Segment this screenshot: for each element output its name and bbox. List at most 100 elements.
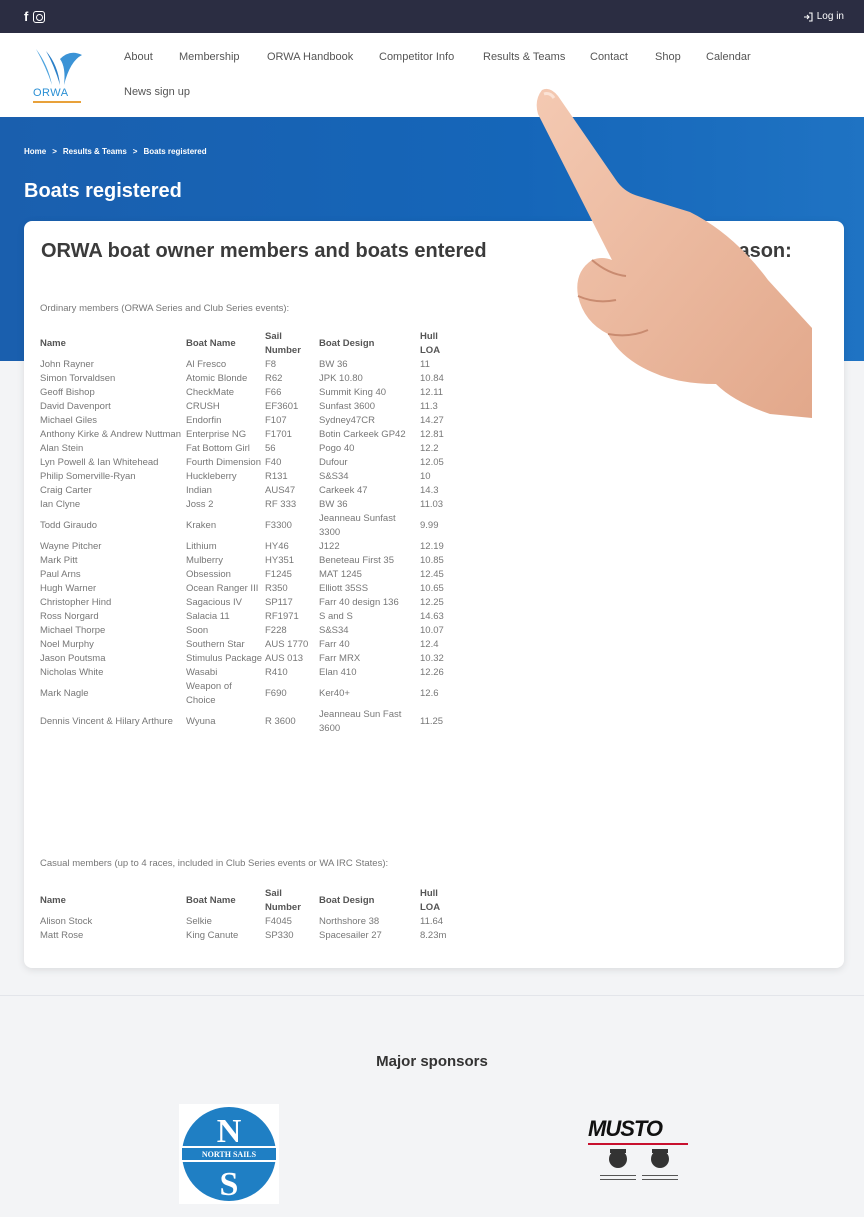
cell-hull-loa: 10.32 xyxy=(420,653,444,664)
cell-boat-name: Enterprise NG xyxy=(186,429,247,440)
cell-sail-number: EF3601 xyxy=(265,401,299,412)
table-row: Noel Murphy Southern Star AUS 1770 Farr 40 1… xyxy=(40,638,460,652)
card-title-main: ORWA boat owner members and boats entere… xyxy=(41,240,487,262)
header-hull-loa: Hull LOA xyxy=(420,331,441,356)
cell-boat-design: Sydney47CR xyxy=(319,415,375,426)
cell-boat-design: Elliott 35SS xyxy=(319,583,369,594)
cell-hull-loa: 12.26 xyxy=(420,667,444,678)
cell-name: Anthony Kirke & Andrew Nuttman xyxy=(40,429,181,440)
cell-boat-design: S&S34 xyxy=(319,625,349,636)
cell-boat-name: Obsession xyxy=(186,569,231,580)
cell-boat-design: Jeanneau Sun Fast 3600 xyxy=(319,709,402,734)
cell-hull-loa: 14.27 xyxy=(420,415,444,426)
breadcrumb: Home > Results & Teams > Boats registere… xyxy=(24,147,207,156)
cell-boat-design: Farr 40 xyxy=(319,639,350,650)
cell-boat-name: Al Fresco xyxy=(186,359,227,370)
cell-sail-number: F1701 xyxy=(265,429,292,440)
cell-sail-number: AUS 013 xyxy=(265,653,304,664)
musto-logo[interactable]: MUSTO xyxy=(588,1116,692,1190)
cell-hull-loa: 8.23m xyxy=(420,930,447,941)
cell-boat-design: Dufour xyxy=(319,457,348,468)
nav-shop[interactable]: Shop xyxy=(655,51,681,63)
ordinary-members-table: Name Boat Name Sail Number Boat Design H… xyxy=(40,330,460,736)
table-row: Michael Thorpe Soon F228 S&S34 10.07 xyxy=(40,624,460,638)
cell-boat-name: Soon xyxy=(186,625,209,636)
cell-boat-name: Lithium xyxy=(186,541,217,552)
cell-name: Simon Torvaldsen xyxy=(40,373,116,384)
cell-boat-design: S&S34 xyxy=(319,471,349,482)
nav-news-sign-up[interactable]: News sign up xyxy=(124,86,190,98)
cell-hull-loa: 11.03 xyxy=(420,499,444,510)
cell-boat-design: Northshore 38 xyxy=(319,916,380,927)
cell-name: Christopher Hind xyxy=(40,597,112,608)
breadcrumb-separator: > xyxy=(52,147,57,156)
cell-boat-name: Weapon of Choice xyxy=(186,681,232,706)
nav-calendar[interactable]: Calendar xyxy=(706,51,751,63)
nav-competitor-info[interactable]: Competitor Info xyxy=(379,51,454,63)
cell-hull-loa: 11.3 xyxy=(420,401,438,412)
sponsors-title: Major sponsors xyxy=(376,1053,488,1070)
cell-boat-name: Atomic Blonde xyxy=(186,373,248,384)
cell-boat-name: CheckMate xyxy=(186,387,235,398)
table-row: Simon Torvaldsen Atomic Blonde R62 JPK 10.8… xyxy=(40,372,460,386)
royal-warrant-crests xyxy=(600,1149,678,1180)
breadcrumb-home[interactable]: Home xyxy=(24,147,46,156)
cell-boat-design: Botin Carkeek GP42 xyxy=(319,429,406,440)
table-row: John Rayner Al Fresco F8 BW 36 11 xyxy=(40,358,460,372)
cell-sail-number: F8 xyxy=(265,359,277,370)
musto-wordmark: MUSTO xyxy=(588,1116,663,1141)
cell-boat-name: Indian xyxy=(186,485,212,496)
nav-membership[interactable]: Membership xyxy=(179,51,240,63)
table-row: Anthony Kirke & Andrew Nuttman Enterprise… xyxy=(40,428,460,442)
north-sails-logo[interactable]: N NORTH SAILS S xyxy=(179,1104,279,1204)
breadcrumb-results-teams[interactable]: Results & Teams xyxy=(63,147,127,156)
instagram-icon[interactable] xyxy=(33,11,46,23)
cell-hull-loa: 11.25 xyxy=(420,716,444,727)
cell-name: Wayne Pitcher xyxy=(40,541,102,552)
cell-boat-design: Sunfast 3600 xyxy=(319,401,375,412)
nav-orwa-handbook[interactable]: ORWA Handbook xyxy=(267,51,353,63)
orwa-logo[interactable]: ORWA xyxy=(30,45,86,103)
nav-about[interactable]: About xyxy=(124,51,153,63)
facebook-icon[interactable]: f xyxy=(24,10,28,24)
header-sail-number: Sail Number xyxy=(265,888,301,913)
cell-boat-design: Pogo 40 xyxy=(319,443,355,454)
social-links: f xyxy=(24,10,46,24)
cell-name: Michael Thorpe xyxy=(40,625,106,636)
cell-hull-loa: 10.65 xyxy=(420,583,444,594)
cell-name: Mark Pitt xyxy=(40,555,78,566)
cell-boat-name: Endorfin xyxy=(186,415,222,426)
cell-boat-design: Farr MRX xyxy=(319,653,361,664)
table-row: Craig Carter Indian AUS47 Carkeek 47 14.3 xyxy=(40,484,460,498)
cell-name: Paul Arns xyxy=(40,569,81,580)
cell-name: Craig Carter xyxy=(40,485,92,496)
cell-sail-number: HY351 xyxy=(265,555,295,566)
cell-boat-design: Beneteau First 35 xyxy=(319,555,394,566)
cell-boat-design: Farr 40 design 136 xyxy=(319,597,399,608)
nav-contact[interactable]: Contact xyxy=(590,51,628,63)
cell-boat-name: Fat Bottom Girl xyxy=(186,443,250,454)
table-row: Nicholas White Wasabi R410 Elan 410 12.26 xyxy=(40,666,460,680)
cell-name: Todd Giraudo xyxy=(40,520,98,531)
cell-boat-design: JPK 10.80 xyxy=(319,373,363,384)
login-link[interactable]: Log in xyxy=(803,11,844,22)
table-row: Dennis Vincent & Hilary Arthure Wyuna R 36… xyxy=(40,708,460,736)
page-title: Boats registered xyxy=(24,180,182,202)
sponsors-section: Major sponsors N NORTH SAILS S MUSTO xyxy=(0,995,864,1217)
cell-boat-design: Ker40+ xyxy=(319,688,350,699)
cell-boat-name: CRUSH xyxy=(186,401,220,412)
cell-boat-name: Sagacious IV xyxy=(186,597,242,608)
header-boat-design: Boat Design xyxy=(319,895,375,906)
cell-boat-name: Salacia 11 xyxy=(186,611,230,622)
cell-boat-design: BW 36 xyxy=(319,359,348,370)
orwa-sails-icon xyxy=(36,49,82,85)
main-navbar: ORWA About Membership ORWA Handbook Comp… xyxy=(0,33,864,117)
north-sails-band-text: NORTH SAILS xyxy=(202,1150,257,1159)
cell-hull-loa: 12.45 xyxy=(420,569,444,580)
cell-sail-number: F40 xyxy=(265,457,282,468)
cell-sail-number: F690 xyxy=(265,688,287,699)
nav-results-teams[interactable]: Results & Teams xyxy=(483,51,565,63)
cell-hull-loa: 12.11 xyxy=(420,387,444,398)
cell-hull-loa: 12.81 xyxy=(420,429,444,440)
cell-boat-name: Huckleberry xyxy=(186,471,237,482)
